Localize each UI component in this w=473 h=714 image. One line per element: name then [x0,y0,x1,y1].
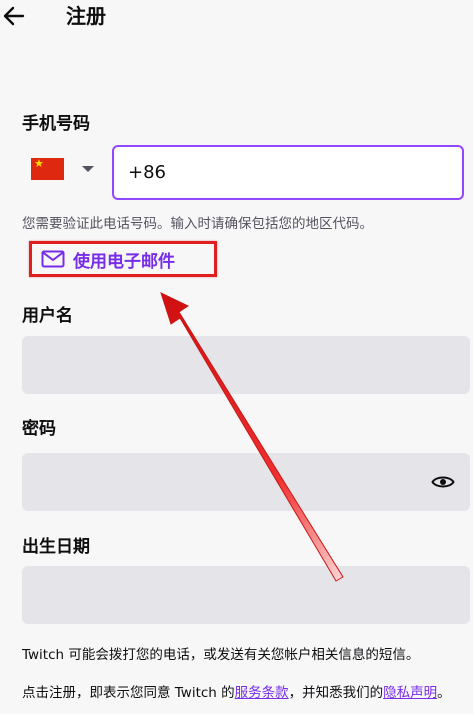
terms-notice: 点击注册，即表示您同意 Twitch 的服务条款，并知悉我们的隐私声明。 [22,683,451,703]
privacy-notice-link[interactable]: 隐私声明 [383,685,437,701]
username-label: 用户名 [22,306,73,326]
terms-prefix: 点击注册，即表示您同意 Twitch 的 [22,685,235,701]
birthdate-label: 出生日期 [22,537,90,557]
phone-label: 手机号码 [22,114,90,134]
username-input[interactable] [22,336,470,394]
arrow-left-icon [3,6,25,26]
top-bar: 注册 [0,0,473,36]
use-email-label: 使用电子邮件 [73,251,175,272]
sms-notice: Twitch 可能会拨打您的电话，或发送有关您帐户相关信息的短信。 [22,647,420,663]
page-title: 注册 [66,4,106,28]
terms-middle: ，并知悉我们的 [288,685,384,701]
mail-icon [41,250,65,268]
phone-number-input[interactable] [112,145,464,200]
use-email-button[interactable]: 使用电子邮件 [41,246,175,272]
back-button[interactable] [2,2,26,30]
country-code-selector[interactable]: ★ [31,156,97,182]
terms-of-service-link[interactable]: 服务条款 [235,685,289,701]
eye-icon [431,476,455,488]
phone-hint: 您需要验证此电话号码。输入时请确保包括您的地区代码。 [22,216,373,232]
china-flag-icon: ★ [31,158,64,180]
show-password-button[interactable] [430,470,456,494]
chevron-down-icon [82,166,94,172]
birthdate-input[interactable] [22,566,470,624]
password-input[interactable] [22,453,470,511]
terms-suffix: 。 [437,685,451,701]
password-label: 密码 [22,419,56,439]
